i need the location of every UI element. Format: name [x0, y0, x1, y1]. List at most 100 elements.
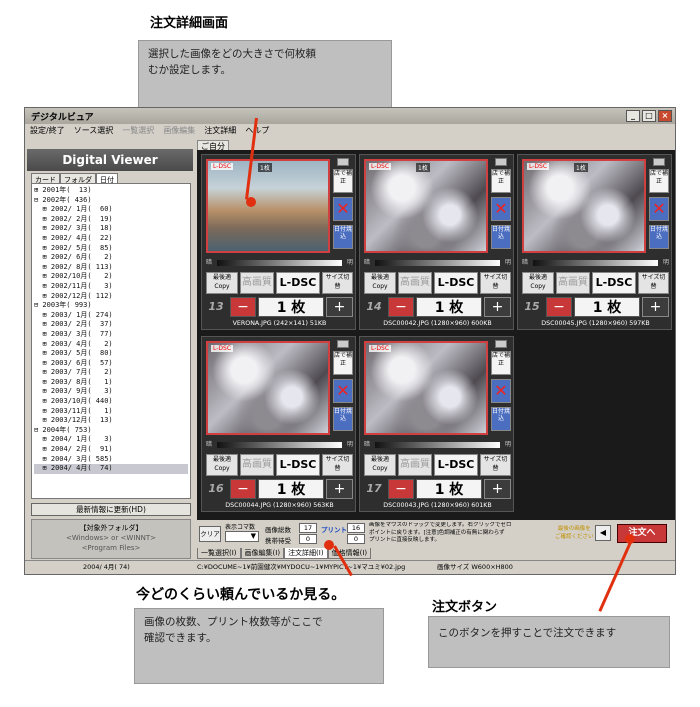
cancel-x-icon[interactable]: ✕ — [333, 379, 353, 403]
update-button[interactable]: 最新情報に更新(HD) — [31, 503, 191, 516]
menu-item[interactable]: 一覧選択 — [122, 125, 154, 137]
menu-item[interactable]: 画像編集 — [163, 125, 195, 137]
card-photo[interactable]: L-DSC — [364, 341, 488, 435]
mini-view-icon[interactable] — [495, 158, 507, 166]
store-fix-button[interactable]: 店で補正 — [333, 351, 353, 375]
date-tree[interactable]: ⊞ 2001年( 13) ⊟ 2002年( 436) ⊞ 2002/ 1月( 60… — [31, 183, 191, 499]
best-copy-button[interactable]: 最後適Copy — [364, 454, 396, 476]
date-print-button[interactable]: 日付焼込 — [333, 225, 353, 249]
quality-button[interactable]: 高画質 — [240, 272, 274, 294]
tree-item[interactable]: ⊞ 2003/ 4月( 2) — [34, 340, 188, 350]
best-copy-button[interactable]: 最後適Copy — [522, 272, 554, 294]
menu-item[interactable]: ソース選択 — [74, 125, 114, 137]
tree-item[interactable]: ⊞ 2003/ 2月( 37) — [34, 320, 188, 330]
size-name-button[interactable]: L-DSC — [434, 454, 478, 476]
tree-item[interactable]: ⊞ 2004/ 1月( 3) — [34, 435, 188, 445]
card-photo[interactable]: L-DSC 1枚 — [364, 159, 488, 253]
plus-button[interactable]: + — [642, 297, 669, 317]
plus-button[interactable]: + — [326, 297, 353, 317]
tree-item[interactable]: ⊞ 2003/ 8月( 1) — [34, 378, 188, 388]
best-copy-button[interactable]: 最後適Copy — [206, 454, 238, 476]
tree-item[interactable]: ⊟ 2003年( 993) — [34, 301, 188, 311]
mini-view-icon[interactable] — [653, 158, 665, 166]
plus-button[interactable]: + — [326, 479, 353, 499]
tree-item[interactable]: ⊞ 2003/ 3月( 77) — [34, 330, 188, 340]
mini-view-icon[interactable] — [337, 340, 349, 348]
store-fix-button[interactable]: 店で補正 — [491, 169, 511, 193]
tree-item[interactable]: ⊞ 2002/12月( 112) — [34, 292, 188, 302]
best-copy-button[interactable]: 最後適Copy — [206, 272, 238, 294]
prev-button[interactable]: ◀ — [595, 525, 611, 541]
plus-button[interactable]: + — [484, 297, 511, 317]
minus-button[interactable]: − — [388, 479, 414, 499]
tree-item[interactable]: ⊞ 2002/ 6月( 2) — [34, 253, 188, 263]
date-print-button[interactable]: 日付焼込 — [491, 225, 511, 249]
tree-item[interactable]: ⊞ 2001年( 13) — [34, 186, 188, 196]
date-print-button[interactable]: 日付焼込 — [333, 407, 353, 431]
brightness-slider[interactable]: 暗明 — [206, 439, 353, 450]
tree-item[interactable]: ⊞ 2003/10月( 440) — [34, 397, 188, 407]
store-fix-button[interactable]: 店で補正 — [333, 169, 353, 193]
maximize-icon[interactable]: □ — [642, 110, 656, 122]
card-photo[interactable]: L-DSC 1枚 — [206, 159, 330, 253]
quality-button[interactable]: 高画質 — [240, 454, 274, 476]
tree-item[interactable]: ⊞ 2003/ 1月( 274) — [34, 311, 188, 321]
tree-item[interactable]: ⊞ 2002/11月( 3) — [34, 282, 188, 292]
cancel-x-icon[interactable]: ✕ — [333, 197, 353, 221]
card-photo[interactable]: L-DSC — [206, 341, 330, 435]
minus-button[interactable]: − — [230, 297, 256, 317]
size-name-button[interactable]: L-DSC — [276, 454, 320, 476]
brightness-slider[interactable]: 暗明 — [364, 439, 511, 450]
quality-button[interactable]: 高画質 — [398, 454, 432, 476]
cancel-x-icon[interactable]: ✕ — [649, 197, 669, 221]
store-fix-button[interactable]: 店で補正 — [491, 351, 511, 375]
tree-item[interactable]: ⊞ 2003/ 9月( 3) — [34, 387, 188, 397]
brightness-slider[interactable]: 暗明 — [522, 257, 669, 268]
brightness-slider[interactable]: 暗明 — [206, 257, 353, 268]
tree-item[interactable]: ⊞ 2003/11月( 1) — [34, 407, 188, 417]
menu-item[interactable]: 設定/終了 — [30, 125, 65, 137]
bottom-tab[interactable]: 注文詳細(I) — [284, 548, 328, 559]
tree-item[interactable]: ⊞ 2002/10月( 2) — [34, 272, 188, 282]
tree-item[interactable]: ⊞ 2003/ 6月( 57) — [34, 359, 188, 369]
tree-item[interactable]: ⊞ 2004/ 2月( 91) — [34, 445, 188, 455]
tree-item[interactable]: ⊞ 2003/ 5月( 80) — [34, 349, 188, 359]
close-icon[interactable]: × — [658, 110, 672, 122]
minus-button[interactable]: − — [546, 297, 572, 317]
brightness-slider[interactable]: 暗明 — [364, 257, 511, 268]
size-change-button[interactable]: サイズ切替 — [322, 454, 353, 476]
minus-button[interactable]: − — [230, 479, 256, 499]
date-print-button[interactable]: 日付焼込 — [491, 407, 511, 431]
size-name-button[interactable]: L-DSC — [434, 272, 478, 294]
bottom-tab[interactable]: 一覧選択(I) — [197, 548, 241, 559]
tree-item[interactable]: ⊞ 2003/ 7月( 2) — [34, 368, 188, 378]
tree-item[interactable]: ⊟ 2002年( 436) — [34, 196, 188, 206]
size-change-button[interactable]: サイズ切替 — [322, 272, 353, 294]
tree-item[interactable]: ⊞ 2004/ 4月( 74) — [34, 464, 188, 474]
plus-button[interactable]: + — [484, 479, 511, 499]
size-name-button[interactable]: L-DSC — [592, 272, 636, 294]
tree-item[interactable]: ⊞ 2002/ 8月( 113) — [34, 263, 188, 273]
cancel-x-icon[interactable]: ✕ — [491, 379, 511, 403]
tree-item[interactable]: ⊟ 2004年( 753) — [34, 426, 188, 436]
cancel-x-icon[interactable]: ✕ — [491, 197, 511, 221]
date-print-button[interactable]: 日付焼込 — [649, 225, 669, 249]
size-change-button[interactable]: サイズ切替 — [638, 272, 669, 294]
minus-button[interactable]: − — [388, 297, 414, 317]
clear-button[interactable]: クリア — [199, 526, 221, 542]
tree-item[interactable]: ⊞ 2004/ 3月( 585) — [34, 455, 188, 465]
quality-button[interactable]: 高画質 — [556, 272, 590, 294]
tree-item[interactable]: ⊞ 2002/ 5月( 85) — [34, 244, 188, 254]
best-copy-button[interactable]: 最後適Copy — [364, 272, 396, 294]
menu-item[interactable]: 注文詳細 — [204, 125, 236, 137]
menu-item[interactable]: ヘルプ — [245, 125, 269, 137]
tree-item[interactable]: ⊞ 2002/ 4月( 22) — [34, 234, 188, 244]
size-name-button[interactable]: L-DSC — [276, 272, 320, 294]
store-fix-button[interactable]: 店で補正 — [649, 169, 669, 193]
tree-item[interactable]: ⊞ 2002/ 3月( 18) — [34, 224, 188, 234]
mini-view-icon[interactable] — [337, 158, 349, 166]
quality-button[interactable]: 高画質 — [398, 272, 432, 294]
tree-item[interactable]: ⊞ 2002/ 1月( 60) — [34, 205, 188, 215]
card-photo[interactable]: L-DSC 1枚 — [522, 159, 646, 253]
tree-item[interactable]: ⊞ 2002/ 2月( 19) — [34, 215, 188, 225]
